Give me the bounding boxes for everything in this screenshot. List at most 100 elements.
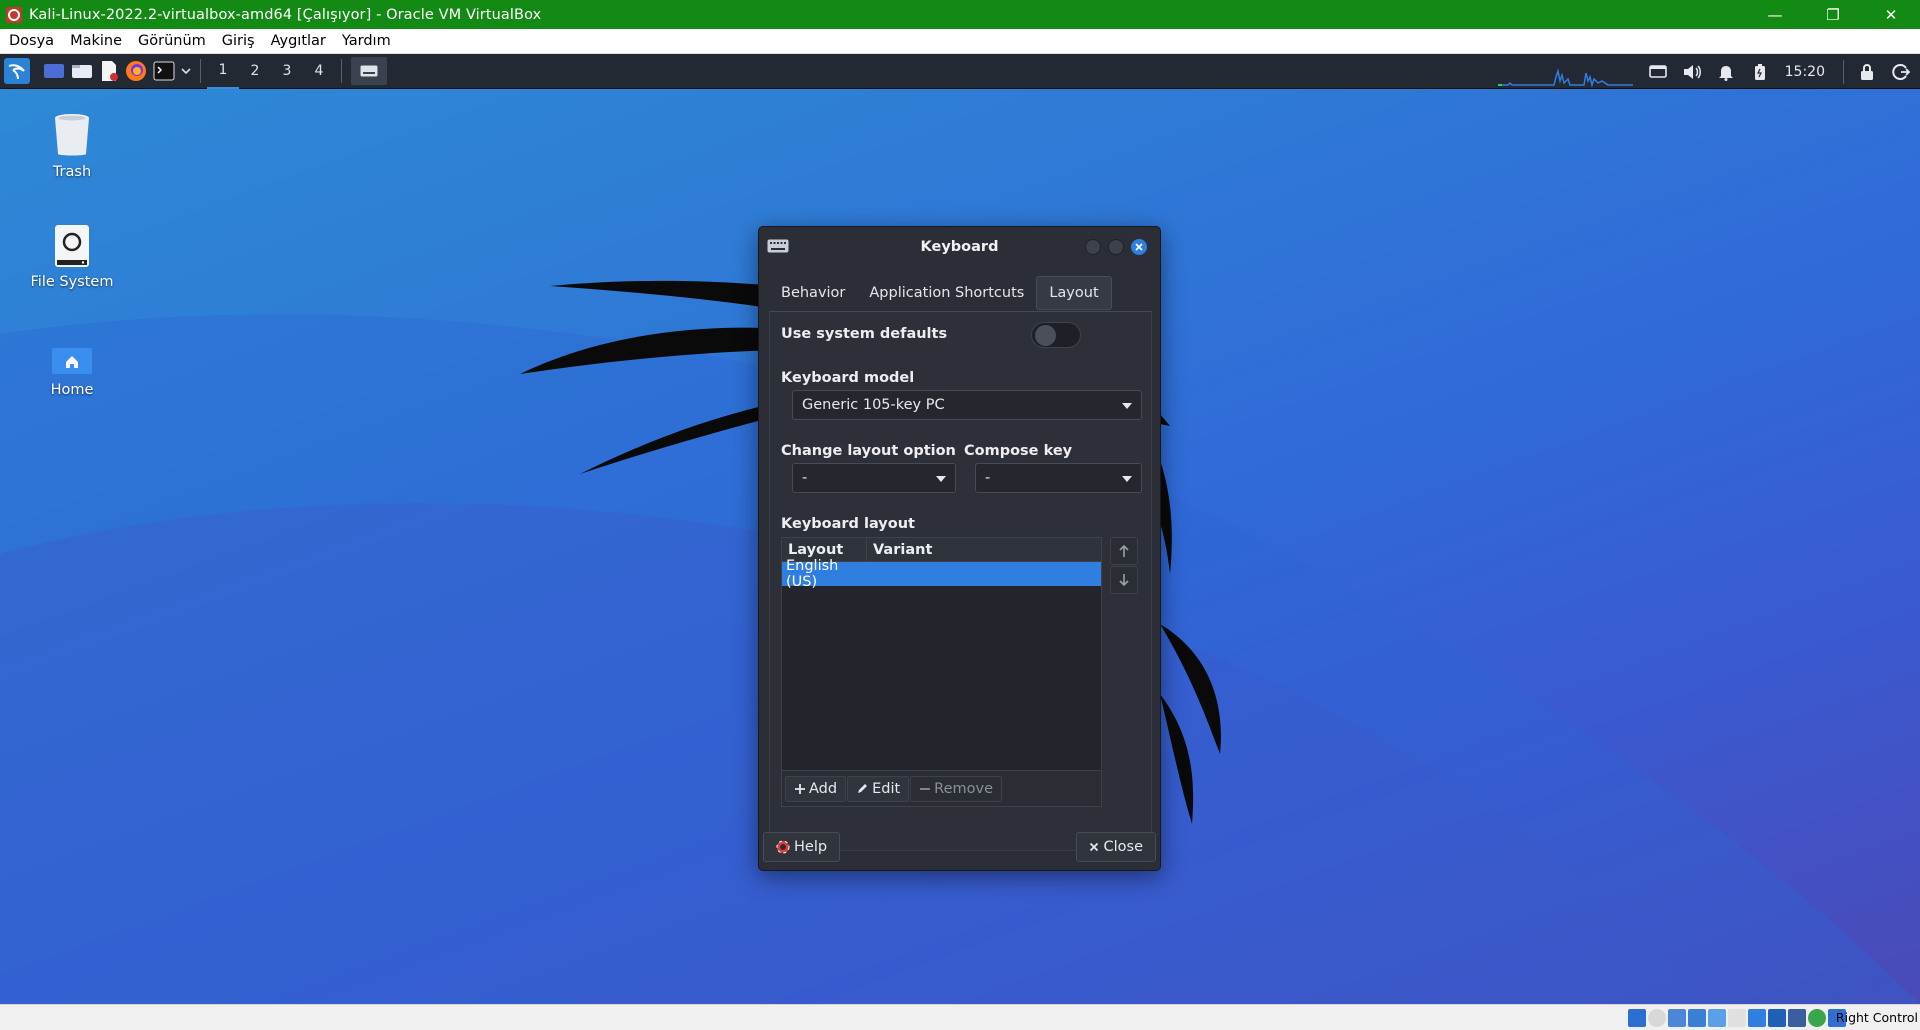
menu-yardim[interactable]: Yardım xyxy=(342,33,391,49)
add-layout-button[interactable]: Add xyxy=(785,776,847,802)
arrow-down-icon xyxy=(1119,574,1129,587)
workspace-4[interactable]: 4 xyxy=(303,54,335,89)
plus-icon xyxy=(795,784,805,794)
help-label: Help xyxy=(794,839,828,855)
close-dialog-button[interactable] xyxy=(1131,239,1147,255)
workspace-2[interactable]: 2 xyxy=(239,54,271,89)
taskbar-keyboard-window[interactable] xyxy=(351,57,387,85)
menu-aygitlar[interactable]: Aygıtlar xyxy=(271,33,326,49)
cpu-graph-icon xyxy=(1497,67,1633,87)
file-manager-icon[interactable] xyxy=(71,56,93,86)
workspace-3[interactable]: 3 xyxy=(271,54,303,89)
text-editor-icon[interactable] xyxy=(99,56,119,86)
desktop-icon-label: Home xyxy=(50,382,94,398)
dialog-titlebar[interactable]: Keyboard xyxy=(759,227,1160,267)
menu-dosya[interactable]: Dosya xyxy=(9,33,54,49)
keyboard-layout-label: Keyboard layout xyxy=(781,516,915,532)
dialog-tabs: Behavior Application Shortcuts Layout xyxy=(769,275,1112,311)
firefox-icon[interactable] xyxy=(125,56,147,86)
volume-icon[interactable] xyxy=(1681,61,1703,83)
move-up-button[interactable] xyxy=(1110,537,1138,565)
keyboard-model-label: Keyboard model xyxy=(781,370,915,386)
tab-application-shortcuts[interactable]: Application Shortcuts xyxy=(857,276,1036,310)
recording-icon[interactable] xyxy=(1768,1009,1786,1027)
use-system-defaults-label: Use system defaults xyxy=(781,326,948,342)
edit-layout-button[interactable]: Edit xyxy=(847,776,910,802)
dialog-title: Keyboard xyxy=(920,239,999,255)
host-statusbar: Right Control xyxy=(0,1004,1920,1030)
close-icon xyxy=(1135,243,1143,251)
restore-button[interactable]: ❐ xyxy=(1804,0,1862,29)
column-header-variant[interactable]: Variant xyxy=(867,538,1101,561)
minimize-dialog-button[interactable] xyxy=(1085,239,1101,255)
close-label: Close xyxy=(1103,839,1144,855)
host-key-label: Right Control xyxy=(1835,1010,1918,1025)
menu-gorunum[interactable]: Görünüm xyxy=(138,33,206,49)
keyboard-model-select[interactable]: Generic 105-key PC xyxy=(792,390,1142,420)
maximize-dialog-button[interactable] xyxy=(1108,239,1124,255)
help-button[interactable]: Help xyxy=(763,832,841,862)
network-icon[interactable] xyxy=(1688,1009,1706,1027)
compose-key-select[interactable]: - xyxy=(975,463,1142,493)
close-icon xyxy=(1089,842,1098,852)
shared-folders-icon[interactable] xyxy=(1728,1009,1746,1027)
panel-separator xyxy=(341,59,342,83)
vm-state-icon[interactable] xyxy=(1808,1009,1826,1027)
desktop-icon-trash[interactable]: Trash xyxy=(17,112,127,180)
keyboard-model-value: Generic 105-key PC xyxy=(802,397,945,413)
compose-key-label: Compose key xyxy=(964,443,1073,459)
terminal-icon[interactable] xyxy=(153,56,175,86)
tab-layout[interactable]: Layout xyxy=(1036,276,1112,310)
desktop-icon-home[interactable]: Home xyxy=(17,346,127,398)
move-down-button[interactable] xyxy=(1110,566,1138,594)
kali-menu-icon[interactable] xyxy=(4,56,30,86)
change-layout-option-value: - xyxy=(802,470,808,486)
virtualbox-app-icon xyxy=(6,6,22,23)
change-layout-option-select[interactable]: - xyxy=(792,463,956,493)
layout-list-toolbar: Add Edit Remove xyxy=(782,770,1101,806)
panel-separator xyxy=(200,59,201,83)
pencil-icon xyxy=(858,784,868,793)
close-button[interactable]: Close xyxy=(1075,832,1156,862)
remove-label: Remove xyxy=(934,781,994,797)
keyboard-settings-dialog: Keyboard Behavior Application Shortcuts … xyxy=(758,226,1161,871)
cpu-icon[interactable] xyxy=(1788,1009,1806,1027)
close-window-button[interactable]: ✕ xyxy=(1862,0,1920,29)
table-row[interactable]: English (US) xyxy=(782,558,1101,590)
menu-makine[interactable]: Makine xyxy=(70,33,122,49)
tab-behavior[interactable]: Behavior xyxy=(769,276,857,310)
arrow-up-icon xyxy=(1119,544,1129,557)
display-icon[interactable] xyxy=(1647,61,1669,83)
usb-icon[interactable] xyxy=(1708,1009,1726,1027)
menu-giris[interactable]: Giriş xyxy=(222,33,255,49)
panel-clock[interactable]: 15:20 xyxy=(1785,64,1825,80)
dropdown-arrow-icon xyxy=(1122,476,1132,482)
desktop-icon-file-system[interactable]: File System xyxy=(17,224,127,290)
remove-layout-button[interactable]: Remove xyxy=(910,776,1003,802)
chevron-down-icon[interactable] xyxy=(181,56,191,86)
logout-icon[interactable] xyxy=(1890,61,1912,83)
display-status-icon[interactable] xyxy=(1748,1009,1766,1027)
use-system-defaults-toggle[interactable] xyxy=(1031,322,1081,348)
workspace-1[interactable]: 1 xyxy=(207,54,239,89)
minimize-button[interactable]: — xyxy=(1746,0,1804,29)
host-menubar: Dosya Makine Görünüm Giriş Aygıtlar Yard… xyxy=(0,29,1920,54)
edit-label: Edit xyxy=(872,781,901,797)
host-titlebar: Kali-Linux-2022.2-virtualbox-amd64 [Çalı… xyxy=(0,0,1920,29)
dropdown-arrow-icon xyxy=(936,476,946,482)
show-desktop-icon[interactable] xyxy=(43,56,65,86)
layout-cell: English (US) xyxy=(786,558,839,590)
drive-icon xyxy=(55,225,89,267)
layout-tab-panel: Use system defaults Keyboard model Gener… xyxy=(769,311,1152,851)
panel-separator xyxy=(1843,59,1844,84)
optical-drive-icon[interactable] xyxy=(1648,1009,1666,1027)
hard-disk-icon[interactable] xyxy=(1628,1009,1646,1027)
minus-icon xyxy=(920,788,931,790)
keyboard-layout-list[interactable]: Layout Variant English (US) Add Edit Rem… xyxy=(781,537,1102,807)
notifications-bell-icon[interactable] xyxy=(1715,61,1737,83)
audio-icon[interactable] xyxy=(1668,1009,1686,1027)
lock-screen-icon[interactable] xyxy=(1856,61,1878,83)
trash-icon xyxy=(55,114,89,156)
battery-icon[interactable] xyxy=(1749,61,1771,83)
guest-screen: 1 2 3 4 15:20 Trash File System Home Key… xyxy=(0,54,1920,1004)
